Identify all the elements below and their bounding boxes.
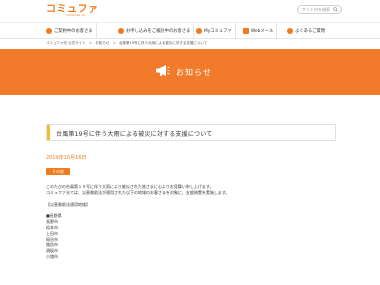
page-banner: お知らせ <box>0 49 380 95</box>
nav-item-label: Webメール <box>251 29 274 34</box>
breadcrumb: コミュファ光 公式サイト ＞ お知らせ ＞ 台風第19号に伴う大雨による被災に対… <box>46 41 209 46</box>
person-icon <box>46 28 52 34</box>
person-plus-icon <box>118 28 124 34</box>
article-headline: 台風第19号に伴う大雨による被災に対する支援について <box>46 124 336 141</box>
headline-accent-bar <box>47 125 50 140</box>
megaphone-icon <box>156 65 170 76</box>
article-date: 2019年10月16日 <box>46 155 87 161</box>
heart-icon <box>196 28 202 34</box>
breadcrumb-home-link[interactable]: コミュファ光 公式サイト <box>46 41 86 45</box>
breadcrumb-separator: ＞ <box>88 41 93 45</box>
question-icon <box>287 28 293 34</box>
page-title: お知らせ <box>176 68 212 77</box>
search-icon[interactable] <box>333 7 338 12</box>
nav-item-label: ご契約中のお客さま <box>54 29 93 34</box>
breadcrumb-news-link[interactable]: お知らせ <box>95 41 109 45</box>
nav-item-webmail[interactable]: Webメール <box>243 23 278 39</box>
nav-item-current-customers[interactable]: ご契約中のお客さま <box>46 23 97 39</box>
site-header: コミュファ commufa ctc サイト内を検索 <box>0 0 380 22</box>
site-logo[interactable]: コミュファ commufa ctc <box>46 5 99 17</box>
nav-item-faq[interactable]: よくあるご質問 <box>287 23 328 39</box>
category-badge: その他 <box>46 168 70 175</box>
article-title: 台風第19号に伴う大雨による被災に対する支援について <box>56 131 213 138</box>
body-line: 小諸市 <box>46 253 58 259</box>
article-body: このたびの台風第１９号に伴う大雨により被災された皆さまに心よりお見舞い申し上げま… <box>46 184 346 260</box>
search-input[interactable]: サイト内を検索 <box>297 5 342 14</box>
breadcrumb-separator: ＞ <box>112 41 116 45</box>
logo-subtext: commufa ctc <box>66 13 86 17</box>
global-nav: ご契約中のお客さま お申し込みをご検討中のお客さま Myコミュファ Webメール… <box>0 22 380 39</box>
nav-item-my-commufa[interactable]: Myコミュファ <box>196 23 236 39</box>
nav-item-prospective-customers[interactable]: お申し込みをご検討中のお客さま <box>118 23 195 39</box>
nav-item-label: お申し込みをご検討中のお客さま <box>126 29 191 34</box>
breadcrumb-current: 台風第19号に伴う大雨による被災に対する支援について <box>119 41 208 45</box>
mail-icon <box>243 28 249 34</box>
nav-item-label: Myコミュファ <box>204 29 232 34</box>
search-placeholder: サイト内を検索 <box>302 7 330 12</box>
nav-item-label: よくあるご質問 <box>295 29 326 34</box>
